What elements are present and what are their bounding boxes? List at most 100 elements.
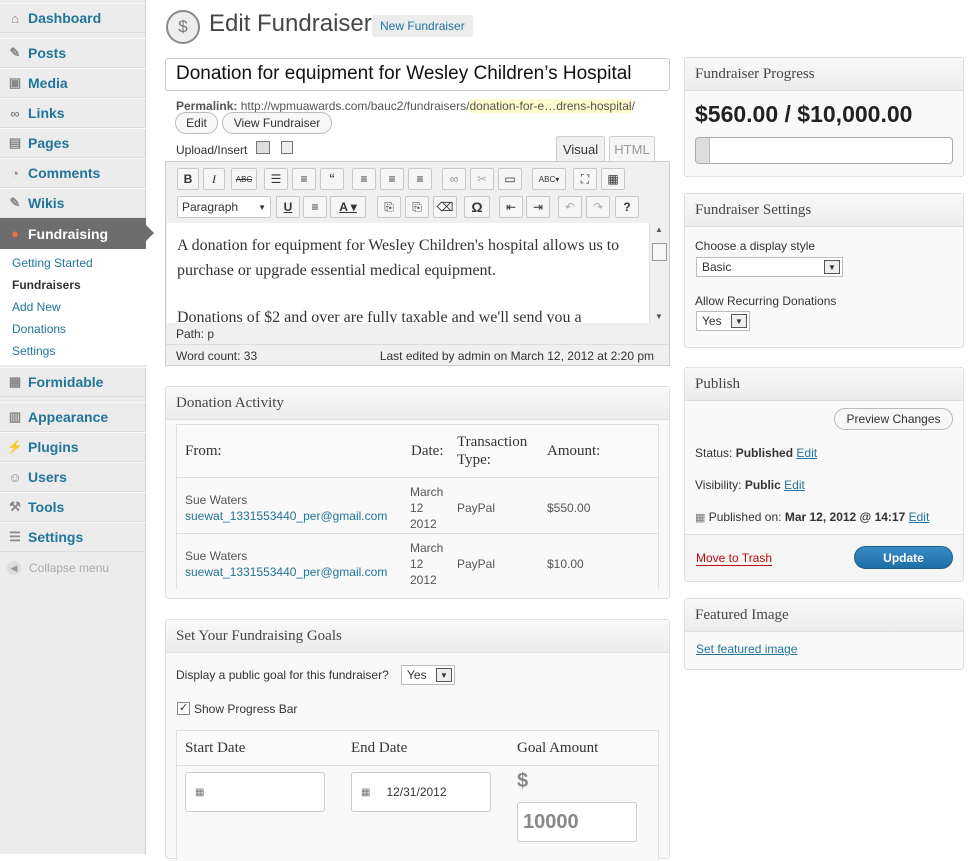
fundraising-goals-box: Set Your Fundraising Goals Display a pub…: [165, 619, 670, 861]
italic-button[interactable]: I: [203, 168, 225, 190]
start-date-input[interactable]: ▦: [185, 772, 325, 812]
submenu-settings[interactable]: Settings: [12, 344, 55, 358]
indent-button[interactable]: ⇥: [526, 196, 550, 218]
recurring-select[interactable]: Yes ▼: [696, 311, 750, 331]
donation-date-day: 12: [410, 557, 424, 571]
submenu-add-new[interactable]: Add New: [12, 300, 61, 314]
menu-label: Media: [28, 75, 68, 91]
align-right-button[interactable]: ≡: [408, 168, 432, 190]
update-button[interactable]: Update: [854, 546, 953, 569]
submenu-getting-started[interactable]: Getting Started: [12, 256, 93, 270]
end-date-input[interactable]: ▦ 12/31/2012: [351, 772, 491, 812]
donor-email[interactable]: suewat_1331553440_per@gmail.com: [185, 565, 387, 579]
active-menu-arrow: [146, 225, 154, 241]
word-count: Word count: 33: [176, 349, 258, 363]
special-character-button[interactable]: Ω: [464, 196, 490, 218]
post-title-input[interactable]: Donation for equipment for Wesley Childr…: [165, 58, 670, 91]
collapse-label: Collapse menu: [29, 561, 110, 575]
scroll-down-icon[interactable]: ▼: [655, 312, 663, 321]
link-button[interactable]: ∞: [442, 168, 466, 190]
justify-button[interactable]: ≡: [303, 196, 327, 218]
menu-label: Formidable: [28, 374, 104, 390]
submenu-fundraisers[interactable]: Fundraisers: [12, 278, 81, 292]
format-select[interactable]: Paragraph ▼: [177, 196, 271, 218]
view-fundraiser-button[interactable]: View Fundraiser: [222, 112, 332, 134]
tab-visual[interactable]: Visual: [556, 136, 605, 162]
scroll-thumb[interactable]: [652, 243, 667, 261]
add-media-icon[interactable]: [256, 141, 270, 154]
kitchen-sink-button[interactable]: ▦: [601, 168, 625, 190]
scroll-up-icon[interactable]: ▲: [655, 225, 663, 234]
goal-amount-input[interactable]: 10000: [517, 802, 637, 842]
edit-permalink-button[interactable]: Edit: [175, 112, 218, 134]
menu-plugins[interactable]: ⚡ Plugins: [0, 432, 146, 462]
path-value: p: [207, 327, 215, 341]
menu-wikis[interactable]: ✎ Wikis: [0, 188, 146, 218]
tab-html[interactable]: HTML: [609, 136, 655, 162]
align-left-button[interactable]: ≡: [352, 168, 376, 190]
outdent-button[interactable]: ⇤: [499, 196, 523, 218]
text-color-button[interactable]: A ▾: [330, 196, 366, 218]
chevron-down-icon: ▼: [258, 202, 266, 212]
menu-users[interactable]: ☺ Users: [0, 462, 146, 492]
preview-changes-button[interactable]: Preview Changes: [834, 408, 953, 430]
permalink-slug[interactable]: donation-for-e…drens-hospital: [469, 99, 632, 113]
help-button[interactable]: ?: [615, 196, 639, 218]
strikethrough-button[interactable]: ABC: [231, 168, 257, 190]
column-header: Transaction Type:: [457, 434, 528, 468]
editor-paragraph: Donations of $2 and over are fully taxab…: [177, 309, 582, 323]
menu-tools[interactable]: ⚒ Tools: [0, 492, 146, 522]
menu-pages[interactable]: ▤ Pages: [0, 128, 146, 158]
spellcheck-button[interactable]: ABC▾: [532, 168, 566, 190]
progress-bar-checkbox[interactable]: ✓: [177, 702, 190, 715]
bullet-list-button[interactable]: ☰: [264, 168, 288, 190]
align-center-button[interactable]: ≡: [380, 168, 404, 190]
bold-button[interactable]: B: [177, 168, 199, 190]
edit-status-link[interactable]: Edit: [796, 446, 817, 460]
display-goal-select[interactable]: Yes ▼: [401, 665, 455, 685]
display-style-select[interactable]: Basic ▼: [696, 257, 843, 277]
paste-text-button[interactable]: ⎘: [377, 196, 401, 218]
redo-button[interactable]: ↷: [586, 196, 610, 218]
link-icon: ∞: [10, 105, 20, 121]
clear-formatting-button[interactable]: ⌫: [433, 196, 457, 218]
publish-status: Status: Published Edit: [695, 446, 817, 460]
submenu-donations[interactable]: Donations: [12, 322, 66, 336]
menu-settings[interactable]: ☰ Settings: [0, 522, 146, 552]
editor-content[interactable]: A donation for equipment for Wesley Chil…: [167, 223, 649, 323]
undo-button[interactable]: ↶: [558, 196, 582, 218]
collapse-menu[interactable]: ◀ Collapse menu: [7, 561, 109, 575]
move-to-trash-link[interactable]: Move to Trash: [696, 551, 773, 566]
featured-image-title: Featured Image: [685, 599, 963, 632]
menu-media[interactable]: ▣ Media: [0, 68, 146, 98]
numbered-list-button[interactable]: ≡: [292, 168, 316, 190]
menu-appearance[interactable]: ▥ Appearance: [0, 402, 146, 432]
appearance-icon: ▥: [8, 409, 22, 424]
donation-table: From: Date: Transaction Type: Amount: Su…: [176, 424, 659, 589]
permalink-end: /: [631, 99, 635, 113]
more-tag-button[interactable]: ▭: [498, 168, 522, 190]
menu-links[interactable]: ∞ Links: [0, 98, 146, 128]
blockquote-button[interactable]: “: [320, 168, 344, 190]
visibility-label: Visibility:: [695, 478, 742, 492]
editor-scrollbar[interactable]: ▲ ▼: [649, 223, 669, 323]
fullscreen-button[interactable]: ⛶: [573, 168, 597, 190]
edit-visibility-link[interactable]: Edit: [784, 478, 805, 492]
underline-button[interactable]: U: [276, 196, 300, 218]
set-featured-image-link[interactable]: Set featured image: [696, 642, 797, 656]
menu-posts[interactable]: ✎ Posts: [0, 38, 146, 68]
end-date-value: 12/31/2012: [386, 785, 447, 799]
fundraiser-progress-box: Fundraiser Progress $560.00 / $10,000.00: [684, 57, 964, 177]
menu-comments[interactable]: ◔ Comments: [0, 158, 146, 188]
paste-word-button[interactable]: ⎘: [405, 196, 429, 218]
new-fundraiser-button[interactable]: New Fundraiser: [372, 15, 473, 37]
menu-label: Dashboard: [28, 10, 102, 26]
donor-email[interactable]: suewat_1331553440_per@gmail.com: [185, 509, 387, 523]
edit-date-link[interactable]: Edit: [909, 510, 930, 524]
unlink-button[interactable]: ✂: [470, 168, 494, 190]
menu-dashboard[interactable]: ⌂ Dashboard: [0, 3, 146, 33]
add-form-icon[interactable]: [281, 141, 293, 154]
settings-icon: ☰: [9, 529, 21, 544]
menu-fundraising[interactable]: ● Fundraising: [0, 218, 146, 249]
menu-formidable[interactable]: ▦ Formidable: [0, 367, 146, 397]
